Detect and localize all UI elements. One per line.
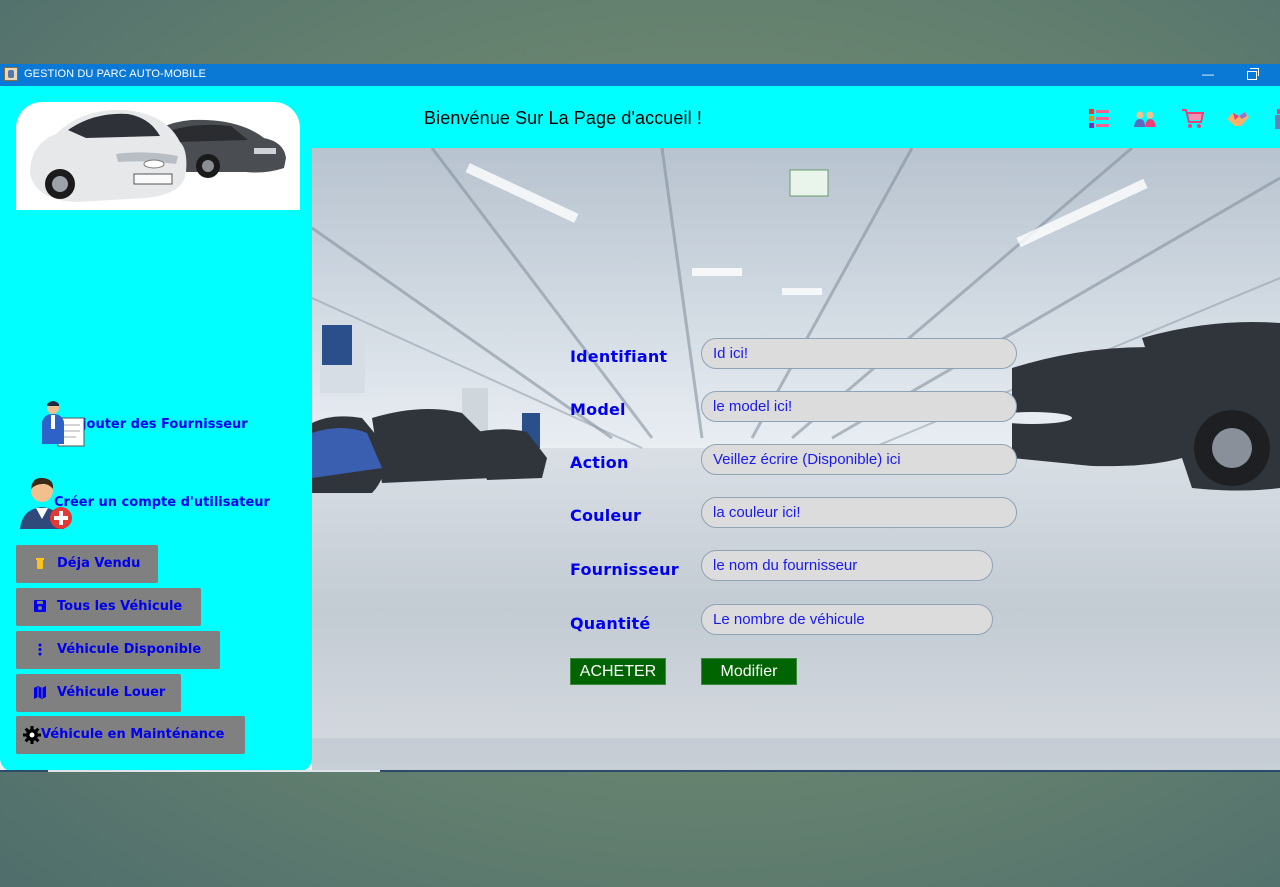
handshake-icon[interactable]	[1226, 107, 1250, 131]
cars-logo-image	[16, 102, 300, 210]
couleur-label: Couleur	[570, 506, 642, 525]
couleur-field[interactable]	[701, 497, 1017, 528]
main-content: Identifiant Model Action Couleur Fournis…	[312, 148, 1280, 770]
window-bottom-border	[0, 770, 1280, 772]
action-field[interactable]	[701, 444, 1017, 475]
buy-button[interactable]: ACHETER	[570, 658, 666, 685]
edit-button[interactable]: Modifier	[701, 658, 797, 685]
welcome-title: Bienvénue Sur La Page d'accueil !	[424, 108, 702, 128]
sidebar: Ajouter des Fournisseur Créer un compte …	[0, 86, 312, 772]
maintenance-vehicles-label: Véhicule en Mainténance	[41, 727, 225, 742]
available-vehicles-label: Véhicule Disponible	[57, 642, 202, 657]
maintenance-vehicles-button[interactable]: Véhicule en Mainténance	[16, 716, 245, 754]
app-window: GESTION DU PARC AUTO-MOBILE — Ajouter de…	[0, 64, 1280, 772]
sold-vehicles-button[interactable]: Déja Vendu	[16, 545, 158, 583]
header-bar: Bienvénue Sur La Page d'accueil !	[312, 86, 1280, 148]
create-user-account-link[interactable]: Créer un compte d'utilisateur	[54, 495, 270, 510]
restore-icon	[1247, 68, 1259, 80]
available-vehicles-button[interactable]: Véhicule Disponible	[16, 631, 220, 669]
save-icon	[34, 600, 46, 612]
model-field[interactable]	[701, 391, 1017, 422]
gear-icon	[23, 726, 41, 744]
fournisseur-field[interactable]	[701, 550, 993, 581]
map-icon	[34, 686, 46, 699]
quantite-label: Quantité	[570, 614, 651, 633]
more-icon[interactable]	[1272, 107, 1280, 131]
all-vehicles-label: Tous les Véhicule	[57, 599, 183, 614]
list-icon[interactable]	[1087, 107, 1111, 131]
all-vehicles-button[interactable]: Tous les Véhicule	[16, 588, 201, 626]
cart-icon[interactable]	[1181, 107, 1205, 131]
title-bar[interactable]: GESTION DU PARC AUTO-MOBILE —	[0, 64, 1280, 86]
rented-vehicles-label: Véhicule Louer	[57, 685, 166, 700]
trash-icon	[36, 558, 44, 569]
fournisseur-label: Fournisseur	[570, 560, 679, 579]
model-label: Model	[570, 400, 626, 419]
vertical-dots-icon	[38, 643, 42, 656]
window-title: GESTION DU PARC AUTO-MOBILE	[24, 68, 206, 80]
users-icon[interactable]	[1133, 107, 1157, 131]
quantite-field[interactable]	[701, 604, 993, 635]
add-supplier-link[interactable]: Ajouter des Fournisseur	[72, 417, 248, 432]
minimize-button[interactable]: —	[1188, 64, 1228, 86]
sold-vehicles-label: Déja Vendu	[57, 556, 141, 571]
identifiant-label: Identifiant	[570, 347, 668, 366]
rented-vehicles-button[interactable]: Véhicule Louer	[16, 674, 181, 712]
action-label: Action	[570, 453, 629, 472]
scroll-track	[48, 770, 380, 772]
app-icon	[4, 67, 18, 81]
identifiant-field[interactable]	[701, 338, 1017, 369]
maximize-button[interactable]	[1232, 64, 1272, 86]
supplier-clipboard-icon[interactable]	[38, 400, 88, 448]
